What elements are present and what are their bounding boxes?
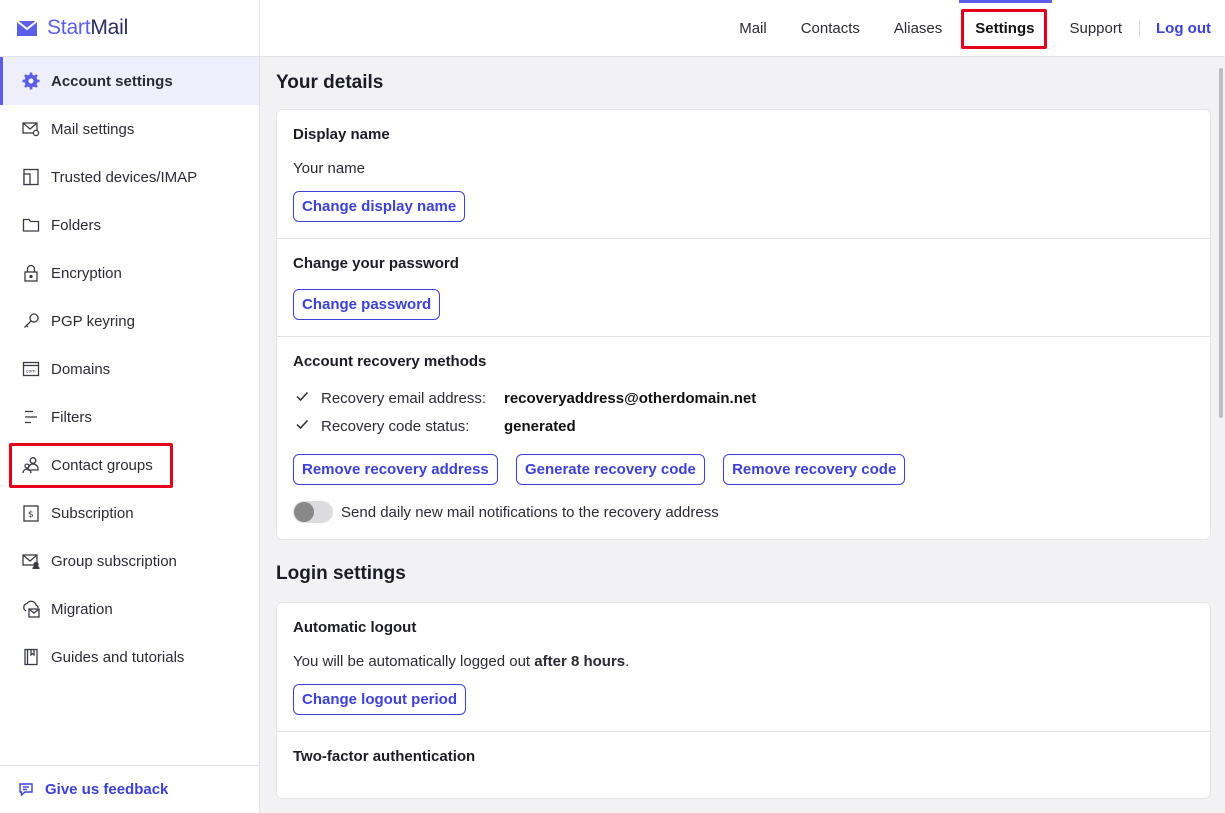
sidebar-item-label: Domains (51, 360, 111, 378)
folder-icon (22, 216, 40, 234)
recovery-notifications-toggle[interactable] (293, 501, 333, 523)
recovery-code-label: Recovery code status: (321, 417, 470, 435)
login-settings-card: Automatic logout You will be automatical… (276, 602, 1211, 799)
sidebar-item-mail-settings[interactable]: Mail settings (0, 105, 259, 153)
lock-icon (22, 264, 40, 282)
password-heading: Change your password (293, 255, 459, 272)
sidebar-item-label: Mail settings (51, 120, 135, 138)
recovery-notifications-label: Send daily new mail notifications to the… (341, 503, 719, 521)
sidebar-item-encryption[interactable]: Encryption (0, 249, 259, 297)
group-subscription-icon (22, 552, 40, 570)
sidebar-item-pgp-keyring[interactable]: PGP keyring (0, 297, 259, 345)
tab-contacts[interactable]: Contacts (784, 0, 877, 57)
sidebar-item-label: Guides and tutorials (51, 648, 185, 666)
change-password-button[interactable]: Change password (293, 289, 441, 320)
svg-text:$: $ (28, 510, 34, 520)
sidebar-item-filters[interactable]: Filters (0, 393, 259, 441)
filter-icon (22, 408, 40, 426)
display-name-heading: Display name (293, 126, 390, 143)
check-icon (295, 417, 311, 435)
device-icon (22, 168, 40, 186)
sidebar-item-label: Encryption (51, 264, 122, 282)
tab-mail[interactable]: Mail (722, 0, 784, 57)
mail-settings-icon (22, 120, 40, 138)
chat-bubble-icon (19, 782, 33, 797)
book-icon (22, 648, 40, 666)
main-content: Your details Display name Your name Chan… (276, 57, 1211, 813)
tab-settings[interactable]: Settings (959, 0, 1053, 57)
logo-text: StartMail (47, 16, 129, 39)
sidebar-item-label: Group subscription (51, 552, 177, 570)
tab-support[interactable]: Support (1052, 0, 1139, 57)
svg-text:com: com (26, 370, 36, 375)
sidebar-item-domains[interactable]: com Domains (0, 345, 259, 393)
sidebar-item-contact-groups[interactable]: Contact groups (0, 441, 259, 489)
settings-nav: Account settings Mail settings Trusted d… (0, 57, 259, 681)
migration-icon (22, 600, 40, 618)
recovery-notifications-row: Send daily new mail notifications to the… (293, 501, 1194, 523)
key-icon (22, 312, 40, 330)
scrollbar[interactable] (1219, 68, 1223, 418)
sidebar-item-account-settings[interactable]: Account settings (0, 57, 259, 105)
top-bar: Mail Contacts Aliases Settings Support L… (260, 0, 1225, 57)
startmail-logo[interactable]: StartMail (0, 0, 259, 57)
generate-recovery-code-button[interactable]: Generate recovery code (515, 454, 705, 485)
recovery-heading: Account recovery methods (293, 353, 487, 370)
sidebar-item-group-subscription[interactable]: Group subscription (0, 537, 259, 585)
contact-groups-icon (22, 456, 40, 474)
sidebar-item-label: Trusted devices/IMAP (51, 168, 198, 186)
sidebar-item-label: PGP keyring (51, 312, 135, 330)
sidebar-item-folders[interactable]: Folders (0, 201, 259, 249)
recovery-code-row: Recovery code status: generated (293, 412, 1194, 440)
feedback-link[interactable]: Give us feedback (0, 765, 259, 813)
recovery-email-row: Recovery email address: recoveryaddress@… (293, 384, 1194, 412)
toggle-knob (294, 502, 314, 522)
recovery-email-value: recoveryaddress@otherdomain.net (504, 389, 757, 407)
subscription-icon: $ (22, 504, 40, 522)
sidebar-item-trusted-devices[interactable]: Trusted devices/IMAP (0, 153, 259, 201)
password-section: Change your password Change password (277, 239, 1210, 337)
top-nav: Mail Contacts Aliases Settings Support L… (722, 0, 1225, 57)
remove-recovery-code-button[interactable]: Remove recovery code (723, 454, 906, 485)
your-details-card: Display name Your name Change display na… (276, 109, 1211, 540)
two-factor-heading: Two-factor authentication (293, 748, 476, 765)
recovery-email-label: Recovery email address: (321, 389, 487, 407)
logout-link[interactable]: Log out (1140, 0, 1225, 57)
tab-aliases[interactable]: Aliases (877, 0, 959, 57)
sidebar: StartMail Account settings Mail settings… (0, 0, 260, 813)
your-details-title: Your details (276, 72, 384, 93)
sidebar-item-migration[interactable]: Migration (0, 585, 259, 633)
two-factor-section: Two-factor authentication (277, 732, 1210, 798)
remove-recovery-address-button[interactable]: Remove recovery address (293, 454, 498, 485)
sidebar-item-guides[interactable]: Guides and tutorials (0, 633, 259, 681)
display-name-value: Your name (293, 160, 365, 177)
auto-logout-text: You will be automatically logged out aft… (293, 653, 630, 670)
change-logout-period-button[interactable]: Change logout period (293, 684, 466, 715)
sidebar-item-label: Account settings (51, 72, 173, 90)
recovery-buttons: Remove recovery address Generate recover… (293, 454, 1194, 485)
recovery-code-value: generated (504, 417, 576, 435)
login-settings-title: Login settings (276, 563, 406, 584)
domain-icon: com (22, 360, 40, 378)
gear-icon (22, 72, 40, 90)
sidebar-item-label: Contact groups (51, 456, 153, 474)
check-icon (295, 389, 311, 407)
auto-logout-heading: Automatic logout (293, 619, 417, 636)
sidebar-item-label: Filters (51, 408, 92, 426)
auto-logout-section: Automatic logout You will be automatical… (277, 603, 1210, 732)
sidebar-item-label: Migration (51, 600, 113, 618)
sidebar-item-subscription[interactable]: $ Subscription (0, 489, 259, 537)
sidebar-item-label: Folders (51, 216, 102, 234)
change-display-name-button[interactable]: Change display name (293, 191, 466, 222)
envelope-logo-icon (16, 20, 38, 36)
display-name-section: Display name Your name Change display na… (277, 110, 1210, 239)
sidebar-item-label: Subscription (51, 504, 134, 522)
recovery-section: Account recovery methods Recovery email … (277, 337, 1210, 539)
feedback-label: Give us feedback (45, 781, 169, 798)
